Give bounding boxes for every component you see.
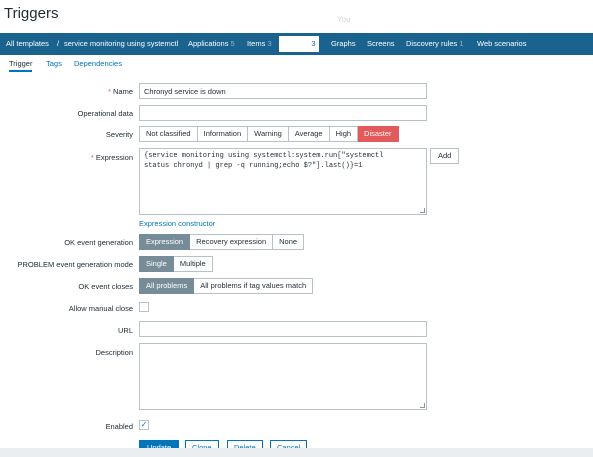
tab-tags[interactable]: Tags [46,59,62,68]
allow-manual-close-checkbox[interactable] [139,302,149,312]
ok-closes-tag-match-option[interactable]: All problems if tag values match [194,278,314,294]
description-textarea[interactable] [139,343,427,410]
nav-items-count: 3 [267,39,272,48]
problem-mode-multiple-option[interactable]: Multiple [173,256,213,272]
ok-event-closes-selector: All problems All problems if tag values … [139,278,314,294]
problem-mode-selector: Single Multiple [139,256,213,272]
name-input[interactable]: Chronyd service is down [139,83,427,99]
ok-event-none-option[interactable]: None [273,234,305,250]
nav-web-scenarios[interactable]: Web scenarios [477,39,526,48]
expression-line-1: {service monitoring using systemctl:syst… [144,152,384,160]
severity-not-classified[interactable]: Not classified [139,126,198,142]
overlay-text: You [337,15,351,24]
nav-triggers-label: Triggers [282,39,310,48]
nav-items[interactable]: Items 3 [247,39,272,48]
expression-line-2: status chronyd | grep -q running;echo $?… [144,161,363,170]
ok-event-closes-label: OK event closes [78,282,133,291]
name-label-text: Name [112,87,133,96]
tab-dependencies[interactable]: Dependencies [74,59,122,68]
resize-handle[interactable] [420,403,425,408]
severity-label: Severity [105,130,133,139]
expression-label: * Expression [91,153,133,162]
nav-applications[interactable]: Applications 5 [188,39,235,48]
ok-event-recovery-expression-option[interactable]: Recovery expression [190,234,274,250]
nav-items-label: Items [247,39,266,48]
severity-high[interactable]: High [329,126,359,142]
nav-discovery-label: Discovery rules [406,39,458,48]
tab-trigger[interactable]: Trigger [9,59,33,72]
page-header: Triggers You [0,0,593,33]
description-label: Description [95,348,133,357]
nav-applications-label: Applications [188,39,229,48]
nav-discovery-count: 1 [459,39,464,48]
nav-triggers[interactable]: Triggers 3 [279,36,319,52]
breadcrumb-template[interactable]: service monitoring using systemctl [64,39,178,48]
breadcrumb-all-templates[interactable]: All templates [6,39,49,48]
ok-event-generation-selector: Expression Recovery expression None [139,234,305,250]
severity-selector: Not classified Information Warning Avera… [139,126,399,142]
expression-textarea[interactable]: {service monitoring using systemctl:syst… [139,148,427,215]
ok-closes-all-problems-option[interactable]: All problems [139,278,195,294]
severity-average[interactable]: Average [288,126,330,142]
name-label: * Name [108,87,133,96]
breadcrumb-separator: / [57,39,60,48]
ok-event-expression-option[interactable]: Expression [139,234,191,250]
nav-screens[interactable]: Screens [367,39,395,48]
page-bottom-background [0,448,593,457]
enabled-checkbox[interactable]: ✓ [139,420,149,430]
url-input[interactable] [139,321,427,337]
allow-manual-close-label: Allow manual close [68,304,133,313]
expression-label-text: Expression [95,153,133,162]
expression-constructor-link[interactable]: Expression constructor [139,219,215,228]
severity-information[interactable]: Information [197,126,249,142]
nav-applications-count: 5 [230,39,235,48]
required-mark: * [107,87,111,96]
form-tabs: Trigger Tags Dependencies [0,55,593,72]
url-label: URL [117,326,133,335]
resize-handle[interactable] [420,208,425,213]
add-expression-button[interactable]: Add [430,148,460,164]
ok-event-generation-label: OK event generation [64,238,133,247]
severity-warning[interactable]: Warning [248,126,289,142]
operational-data-input[interactable] [139,105,427,121]
operational-data-label: Operational data [77,109,133,118]
severity-disaster[interactable]: Disaster [358,126,399,142]
nav-triggers-count: 3 [311,39,316,48]
nav-discovery-rules[interactable]: Discovery rules 1 [406,39,464,48]
enabled-label: Enabled [105,422,133,431]
page-title: Triggers [4,5,59,22]
nav-graphs[interactable]: Graphs [331,39,356,48]
required-mark: * [90,153,94,162]
problem-mode-label: PROBLEM event generation mode [17,260,133,269]
breadcrumb-nav: All templates / service monitoring using… [0,33,593,55]
problem-mode-single-option[interactable]: Single [139,256,174,272]
